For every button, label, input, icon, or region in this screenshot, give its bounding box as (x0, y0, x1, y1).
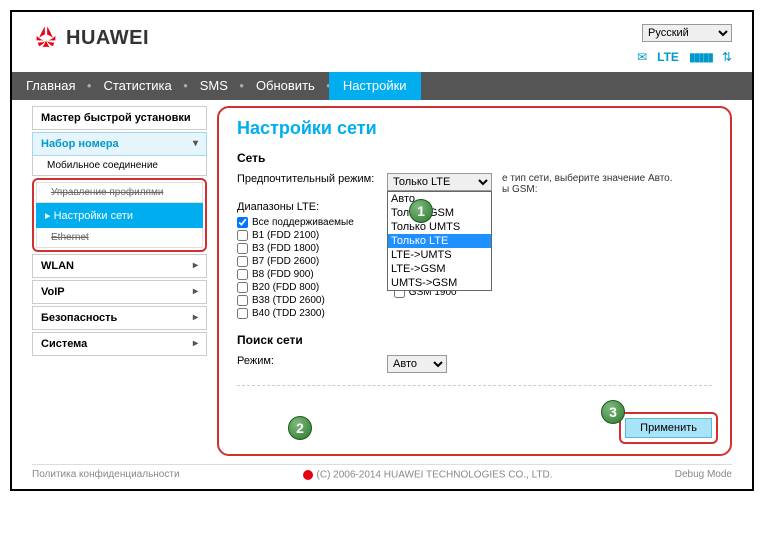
cb-b1[interactable]: B1 (FDD 2100) (237, 230, 354, 241)
opt-lte-umts[interactable]: LTE->UMTS (388, 248, 491, 262)
callout-2: 2 (288, 416, 312, 440)
callout-1: 1 (409, 199, 433, 223)
signal-icon: ▮▮▮▮▮ (689, 50, 712, 64)
logo-text: HUAWEI (66, 27, 149, 50)
main-nav: Главная Статистика SMS Обновить Настройк… (12, 72, 752, 100)
sidebar-mobile[interactable]: Мобильное соединение (32, 156, 207, 176)
nav-update[interactable]: Обновить (242, 72, 329, 100)
status-icons: ✉ LTE ▮▮▮▮▮ ⇅ (637, 50, 732, 64)
sidebar-highlight: Управление профилями ▸ Настройки сети Et… (32, 178, 207, 252)
sidebar-voip[interactable]: VoIP▸ (32, 280, 207, 304)
copyright: (C) 2006-2014 HUAWEI TECHNOLOGIES CO., L… (302, 469, 553, 481)
pref-mode-dropdown[interactable]: Авто Только GSM Только UMTS Только LTE L… (387, 191, 492, 291)
nav-home[interactable]: Главная (12, 72, 89, 100)
opt-umts-gsm[interactable]: UMTS->GSM (388, 276, 491, 290)
content-panel: Настройки сети Сеть Предпочтительный реж… (217, 106, 732, 456)
search-mode-select[interactable]: Авто (387, 355, 447, 373)
sidebar-wlan[interactable]: WLAN▸ (32, 254, 207, 278)
cb-lte-all[interactable]: Все поддерживаемые (237, 217, 354, 228)
apply-button[interactable]: Применить (625, 418, 712, 438)
privacy-link[interactable]: Политика конфиденциальности (32, 469, 180, 481)
cb-b8[interactable]: B8 (FDD 900) (237, 269, 354, 280)
chevron-right-icon: ▸ (193, 312, 198, 324)
nav-sms[interactable]: SMS (186, 72, 242, 100)
network-type: LTE (657, 50, 679, 64)
nav-stats[interactable]: Статистика (89, 72, 185, 100)
cb-b20[interactable]: B20 (FDD 800) (237, 282, 354, 293)
apply-highlight: Применить (619, 412, 718, 444)
opt-lte-gsm[interactable]: LTE->GSM (388, 262, 491, 276)
footer: Политика конфиденциальности (C) 2006-201… (32, 464, 732, 481)
chevron-down-icon: ▾ (193, 138, 198, 150)
chevron-right-icon: ▸ (193, 286, 198, 298)
cb-b7[interactable]: B7 (FDD 2600) (237, 256, 354, 267)
search-mode-label: Режим: (237, 355, 387, 367)
language-select[interactable]: Русский (642, 24, 732, 42)
cb-b38[interactable]: B38 (TDD 2600) (237, 295, 354, 306)
chevron-right-icon: ▸ (193, 338, 198, 350)
sidebar-system[interactable]: Система▸ (32, 332, 207, 356)
sync-icon: ⇅ (722, 50, 732, 64)
cb-b3[interactable]: B3 (FDD 1800) (237, 243, 354, 254)
hint-text: е тип сети, выберите значение Авто.ы GSM… (502, 173, 702, 195)
opt-umts[interactable]: Только UMTS (388, 220, 491, 234)
nav-settings[interactable]: Настройки (329, 72, 421, 100)
sidebar-profiles[interactable]: Управление профилями (36, 182, 203, 203)
section-network: Сеть (237, 151, 712, 165)
pref-mode-label: Предпочтительный режим: (237, 173, 387, 185)
sidebar-wizard[interactable]: Мастер быстрой установки (32, 106, 207, 130)
footer-logo-icon (302, 469, 314, 481)
logo: HUAWEI (32, 24, 149, 52)
sidebar: Мастер быстрой установки Набор номера▾ М… (32, 106, 207, 456)
sidebar-dial[interactable]: Набор номера▾ (32, 132, 207, 156)
callout-3: 3 (601, 400, 625, 424)
sidebar-netset[interactable]: ▸ Настройки сети (36, 203, 203, 228)
lte-bands-column: Все поддерживаемые B1 (FDD 2100) B3 (FDD… (237, 217, 354, 319)
page-title: Настройки сети (237, 118, 712, 139)
opt-gsm[interactable]: Только GSM (388, 206, 491, 220)
sidebar-security[interactable]: Безопасность▸ (32, 306, 207, 330)
sidebar-ethernet[interactable]: Ethernet (36, 228, 203, 248)
cb-b40[interactable]: B40 (TDD 2300) (237, 308, 354, 319)
huawei-icon (32, 24, 60, 52)
opt-lte[interactable]: Только LTE (388, 234, 491, 248)
opt-auto[interactable]: Авто (388, 192, 491, 206)
debug-link[interactable]: Debug Mode (675, 469, 732, 481)
chevron-right-icon: ▸ (193, 260, 198, 272)
lte-bands-label: Диапазоны LTE: (237, 201, 387, 213)
pref-mode-select[interactable]: Только LTE (387, 173, 492, 191)
mail-icon[interactable]: ✉ (637, 50, 647, 64)
section-search: Поиск сети (237, 333, 712, 347)
